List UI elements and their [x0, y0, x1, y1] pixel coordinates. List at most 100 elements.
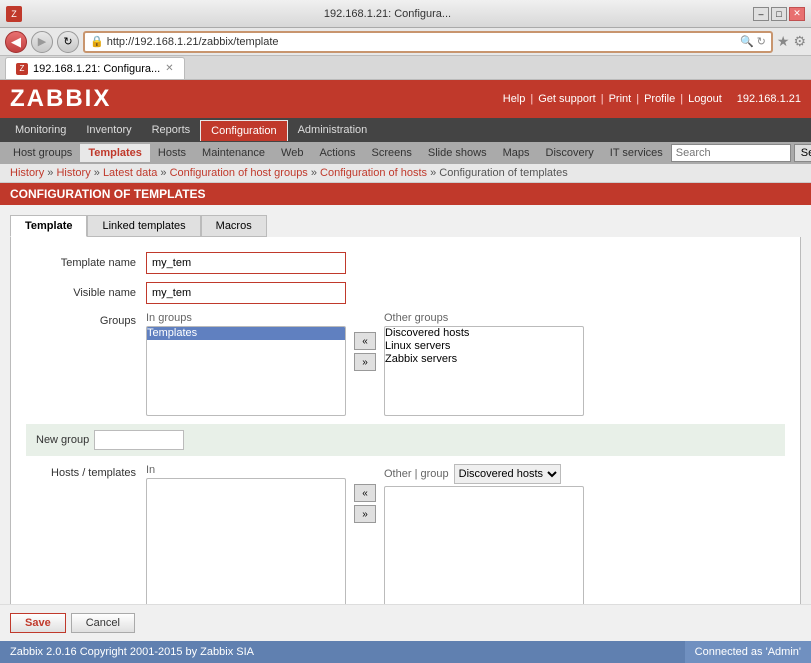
tab-template[interactable]: Template: [10, 215, 87, 237]
connected-text: Connected as 'Admin': [695, 646, 801, 658]
browser-tab-active[interactable]: Z 192.168.1.21: Configura... ✕: [5, 57, 185, 79]
subnav-maps[interactable]: Maps: [495, 144, 538, 162]
breadcrumb-history1[interactable]: History: [10, 167, 44, 179]
in-groups-label: In groups: [146, 312, 346, 324]
save-button[interactable]: Save: [10, 613, 66, 633]
tab-bar: Template Linked templates Macros: [10, 215, 801, 237]
search-icon: 🔍: [740, 35, 754, 48]
address-bar: ◀ ▶ ↻ 🔒 http://192.168.1.21/zabbix/templ…: [0, 28, 811, 56]
breadcrumb: History » History » Latest data » Config…: [0, 164, 811, 183]
groups-label: Groups: [26, 312, 146, 327]
tab-macros[interactable]: Macros: [201, 215, 267, 237]
hosts-move-right-btn[interactable]: »: [354, 505, 376, 523]
address-input-wrap: 🔒 http://192.168.1.21/zabbix/template 🔍 …: [83, 31, 773, 53]
visible-name-input[interactable]: [146, 282, 346, 304]
print-link[interactable]: Print: [609, 93, 632, 105]
maximize-btn[interactable]: □: [771, 7, 787, 21]
back-button[interactable]: ◀: [5, 31, 27, 53]
settings-btn[interactable]: ⚙: [793, 33, 806, 50]
in-group-templates[interactable]: Templates: [147, 327, 345, 340]
breadcrumb-history2[interactable]: History: [56, 167, 90, 179]
search-button[interactable]: Search: [794, 144, 811, 162]
nav-inventory[interactable]: Inventory: [76, 120, 141, 140]
subnav-maintenance[interactable]: Maintenance: [194, 144, 273, 162]
tab-title-text: 192.168.1.21: Configura...: [33, 63, 160, 75]
subnav-web[interactable]: Web: [273, 144, 311, 162]
hosts-label: Hosts / templates: [26, 464, 146, 479]
other-groups-section: Other groups Discovered hosts Linux serv…: [384, 312, 584, 416]
groups-content: In groups Templates « » Other groups: [146, 312, 584, 416]
logout-link[interactable]: Logout: [688, 93, 722, 105]
window-title: 192.168.1.21: Configura...: [324, 8, 451, 20]
other-hosts-list[interactable]: [384, 486, 584, 604]
subnav-actions[interactable]: Actions: [311, 144, 363, 162]
zabbix-header: ZABBIX Help | Get support | Print | Prof…: [0, 80, 811, 118]
in-groups-list[interactable]: Templates: [146, 326, 346, 416]
zabbix-logo: ZABBIX: [10, 85, 111, 113]
other-group-select[interactable]: Discovered hosts Linux servers Templates…: [454, 464, 561, 484]
nav-reports[interactable]: Reports: [142, 120, 201, 140]
subnav-it-services[interactable]: IT services: [602, 144, 671, 162]
forward-button[interactable]: ▶: [31, 31, 53, 53]
subnav-templates[interactable]: Templates: [80, 144, 150, 162]
nav-administration[interactable]: Administration: [288, 120, 378, 140]
hosts-content: In « » Other | group Discovered hosts: [146, 464, 584, 604]
new-group-input[interactable]: [94, 430, 184, 450]
subnav-host-groups[interactable]: Host groups: [5, 144, 80, 162]
new-group-label: New group: [36, 434, 89, 446]
subnav-hosts[interactable]: Hosts: [150, 144, 194, 162]
hosts-move-left-btn[interactable]: «: [354, 484, 376, 502]
tab-close-btn[interactable]: ✕: [165, 63, 173, 74]
address-text[interactable]: http://192.168.1.21/zabbix/template: [107, 36, 737, 48]
refresh-icon[interactable]: ↻: [757, 35, 766, 48]
browser-icon: Z: [6, 6, 22, 22]
nav-monitoring[interactable]: Monitoring: [5, 120, 76, 140]
window-controls: – □ ✕: [753, 7, 805, 21]
hosts-arrows: « »: [351, 484, 379, 523]
profile-link[interactable]: Profile: [644, 93, 675, 105]
search-input[interactable]: [671, 144, 791, 162]
in-groups-section: In groups Templates: [146, 312, 346, 416]
visible-name-row: Visible name: [26, 282, 785, 304]
browser-tabbar: Z 192.168.1.21: Configura... ✕: [0, 56, 811, 80]
template-name-row: Template name: [26, 252, 785, 274]
refresh-button[interactable]: ↻: [57, 31, 79, 53]
tab-content: Template name Visible name Groups In gro…: [10, 237, 801, 604]
breadcrumb-latest[interactable]: Latest data: [103, 167, 157, 179]
app-footer: Zabbix 2.0.16 Copyright 2001-2015 by Zab…: [0, 641, 811, 663]
in-hosts-list[interactable]: [146, 478, 346, 604]
breadcrumb-host-groups[interactable]: Configuration of host groups: [170, 167, 308, 179]
visible-name-label: Visible name: [26, 287, 146, 299]
breadcrumb-current: Configuration of templates: [439, 167, 567, 179]
template-name-label: Template name: [26, 257, 146, 269]
search-area: Search: [671, 144, 811, 162]
other-groups-list[interactable]: Discovered hosts Linux servers Zabbix se…: [384, 326, 584, 416]
groups-move-left-btn[interactable]: «: [354, 332, 376, 350]
cancel-button[interactable]: Cancel: [71, 613, 135, 633]
fav-btn[interactable]: ★: [777, 33, 790, 50]
in-hosts-label: In: [146, 464, 346, 476]
subnav-screens[interactable]: Screens: [364, 144, 420, 162]
main-nav: Monitoring Inventory Reports Configurati…: [0, 118, 811, 142]
template-name-input[interactable]: [146, 252, 346, 274]
other-group-zabbix[interactable]: Zabbix servers: [385, 353, 583, 366]
tab-linked-templates[interactable]: Linked templates: [87, 215, 200, 237]
help-link[interactable]: Help: [503, 93, 526, 105]
minimize-btn[interactable]: –: [753, 7, 769, 21]
other-hosts-label: Other | group: [384, 468, 449, 480]
other-group-discovered[interactable]: Discovered hosts: [385, 327, 583, 340]
ssl-icon: 🔒: [90, 35, 104, 48]
server-ip: 192.168.1.21: [737, 93, 801, 105]
get-support-link[interactable]: Get support: [538, 93, 595, 105]
groups-move-right-btn[interactable]: »: [354, 353, 376, 371]
nav-configuration[interactable]: Configuration: [200, 120, 287, 141]
breadcrumb-text: History » History » Latest data » Config…: [10, 167, 568, 179]
other-group-linux[interactable]: Linux servers: [385, 340, 583, 353]
subnav-slide-shows[interactable]: Slide shows: [420, 144, 495, 162]
close-btn[interactable]: ✕: [789, 7, 805, 21]
groups-arrows: « »: [351, 332, 379, 371]
page-title: CONFIGURATION OF TEMPLATES: [0, 183, 811, 205]
subnav-discovery[interactable]: Discovery: [538, 144, 602, 162]
breadcrumb-hosts[interactable]: Configuration of hosts: [320, 167, 427, 179]
new-group-row: New group: [26, 424, 785, 456]
